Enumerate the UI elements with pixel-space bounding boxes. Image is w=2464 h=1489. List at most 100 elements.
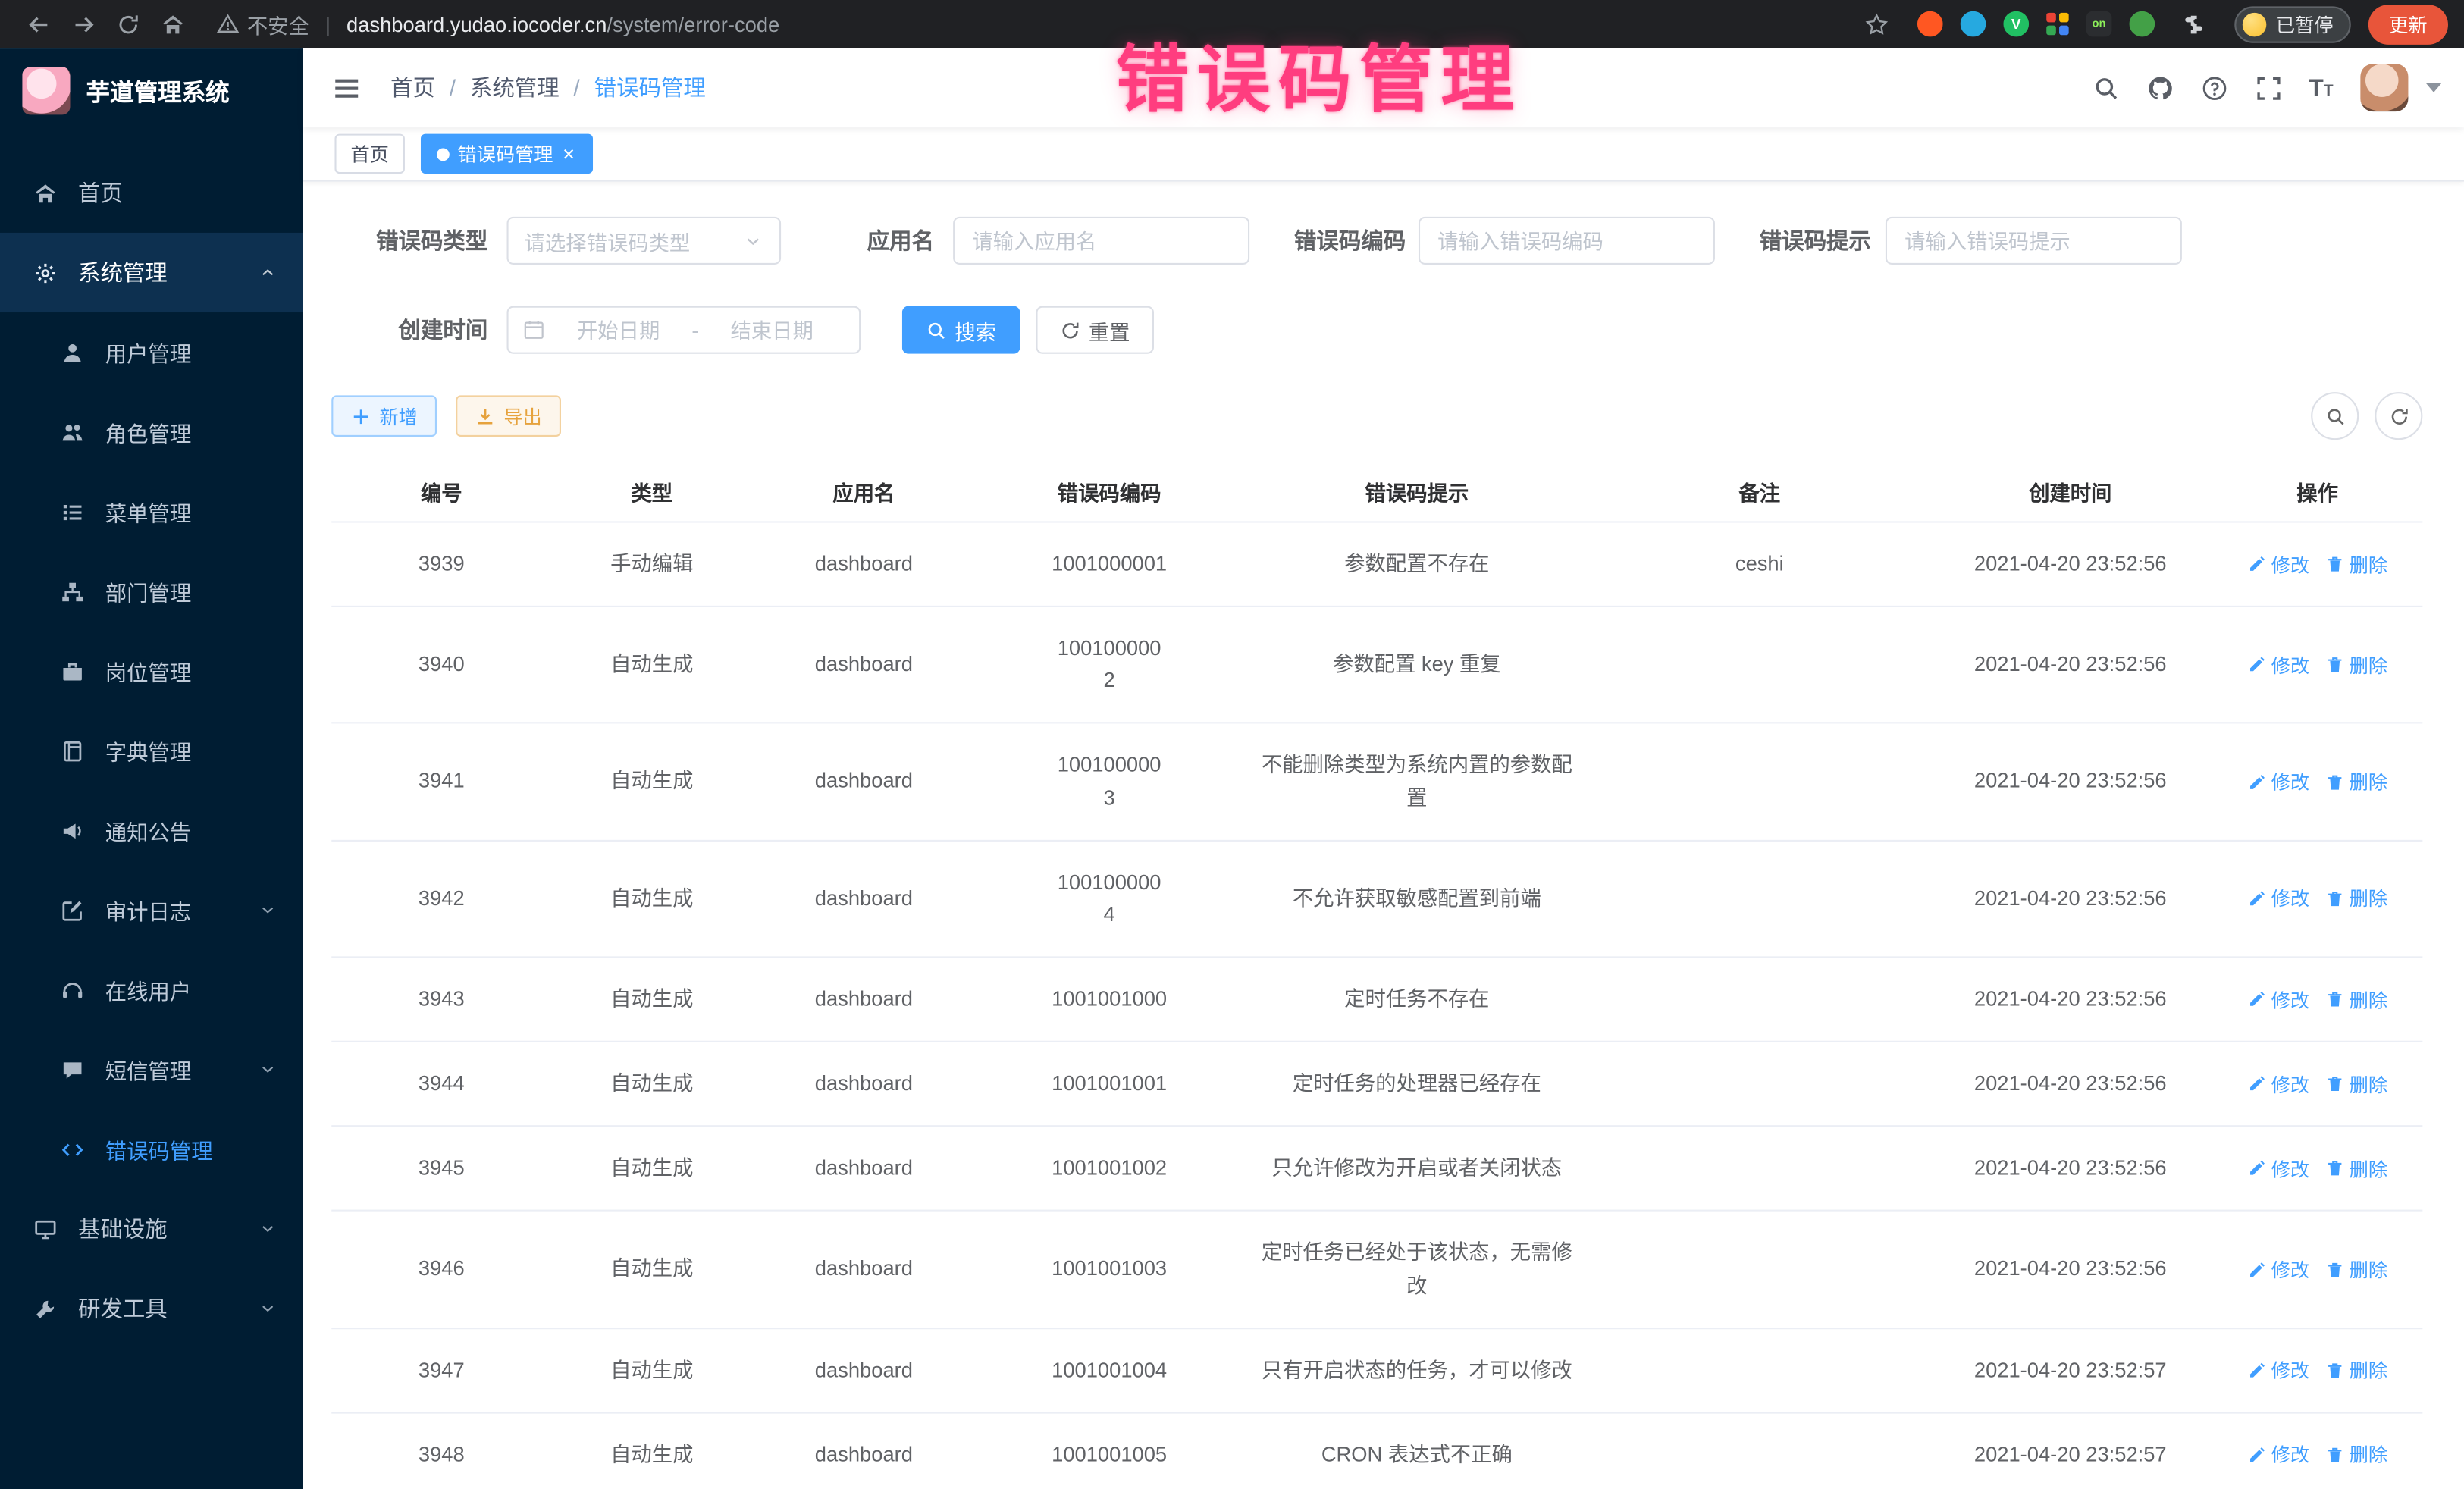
extension-grid-icon[interactable] bbox=[2046, 13, 2068, 35]
edit-link[interactable]: 修改 bbox=[2247, 1071, 2309, 1098]
reset-button[interactable]: 重置 bbox=[1036, 306, 1154, 354]
column-header: 操作 bbox=[2212, 462, 2422, 522]
error-hint-input[interactable] bbox=[1886, 217, 2182, 265]
row-type: 自动生成 bbox=[551, 740, 752, 823]
address-bar[interactable]: 不安全 | dashboard.yudao.iocoder.cn/system/… bbox=[217, 9, 1855, 39]
hamburger-icon[interactable] bbox=[325, 66, 368, 109]
browser-home-icon[interactable] bbox=[150, 3, 195, 45]
sidebar-item-在线用户[interactable]: 在线用户 bbox=[0, 950, 303, 1030]
app-logo[interactable]: 芋道管理系统 bbox=[0, 48, 303, 134]
edit-link[interactable]: 修改 bbox=[2247, 885, 2309, 912]
delete-link[interactable]: 删除 bbox=[2325, 1071, 2387, 1098]
row-id: 3941 bbox=[331, 740, 551, 823]
delete-link[interactable]: 删除 bbox=[2325, 986, 2387, 1013]
table-row: 3948自动生成dashboard1001001005CRON 表达式不正确20… bbox=[331, 1413, 2422, 1489]
paused-badge[interactable]: 已暂停 bbox=[2234, 5, 2350, 42]
edit-link[interactable]: 修改 bbox=[2247, 550, 2309, 578]
delete-link[interactable]: 删除 bbox=[2325, 1256, 2387, 1284]
delete-link[interactable]: 删除 bbox=[2325, 651, 2387, 679]
delete-link[interactable]: 删除 bbox=[2325, 885, 2387, 912]
sidebar-item-短信管理[interactable]: 短信管理 bbox=[0, 1030, 303, 1109]
extension-on-icon[interactable]: on bbox=[2086, 11, 2112, 37]
trash-icon bbox=[2325, 990, 2344, 1009]
edit-link[interactable]: 修改 bbox=[2247, 651, 2309, 679]
breadcrumb-item[interactable]: 系统管理 bbox=[470, 72, 560, 104]
sidebar-item-用户管理[interactable]: 用户管理 bbox=[0, 312, 303, 392]
chevron-down-icon bbox=[259, 1060, 277, 1079]
browser-reload-icon[interactable] bbox=[105, 3, 150, 45]
help-icon[interactable] bbox=[2201, 74, 2228, 102]
sidebar-item-岗位管理[interactable]: 岗位管理 bbox=[0, 631, 303, 710]
warning-icon bbox=[217, 13, 239, 35]
sidebar-item-通知公告[interactable]: 通知公告 bbox=[0, 791, 303, 870]
sidebar-item-研发工具[interactable]: 研发工具 bbox=[0, 1268, 303, 1348]
edit-link[interactable]: 修改 bbox=[2247, 1256, 2309, 1284]
browser-back-icon[interactable] bbox=[16, 3, 61, 45]
sidebar-item-基础设施[interactable]: 基础设施 bbox=[0, 1189, 303, 1268]
user-avatar[interactable] bbox=[2360, 64, 2408, 111]
header-search-icon[interactable] bbox=[2093, 74, 2120, 102]
tag-首页[interactable]: 首页 bbox=[334, 134, 405, 174]
error-type-select[interactable]: 请选择错误码类型 bbox=[506, 217, 781, 265]
gear-icon bbox=[33, 261, 58, 285]
delete-link[interactable]: 删除 bbox=[2325, 1155, 2387, 1183]
row-actions: 修改删除 bbox=[2212, 1230, 2422, 1309]
sidebar-item-错误码管理[interactable]: 错误码管理 bbox=[0, 1109, 303, 1189]
edit-link[interactable]: 修改 bbox=[2247, 768, 2309, 795]
extension-icon[interactable] bbox=[2129, 11, 2155, 37]
sidebar-item-部门管理[interactable]: 部门管理 bbox=[0, 551, 303, 631]
date-range-picker[interactable]: - bbox=[506, 306, 861, 354]
search-button[interactable]: 搜索 bbox=[902, 306, 1020, 354]
delete-link[interactable]: 删除 bbox=[2325, 1356, 2387, 1384]
url-path: /system/error-code bbox=[607, 12, 779, 36]
sidebar-item-角色管理[interactable]: 角色管理 bbox=[0, 392, 303, 472]
sidebar-item-系统管理[interactable]: 系统管理 bbox=[0, 233, 303, 312]
message-icon bbox=[61, 1058, 85, 1082]
row-hint: 定时任务不存在 bbox=[1243, 958, 1591, 1041]
font-size-icon[interactable]: TT bbox=[2309, 74, 2333, 102]
add-button[interactable]: 新增 bbox=[331, 395, 437, 437]
export-button[interactable]: 导出 bbox=[456, 395, 561, 437]
delete-link[interactable]: 删除 bbox=[2325, 1441, 2387, 1469]
start-date-input[interactable] bbox=[556, 316, 681, 343]
breadcrumb-item[interactable]: 首页 bbox=[390, 72, 435, 104]
sidebar-item-首页[interactable]: 首页 bbox=[0, 153, 303, 233]
tags-bar: 首页错误码管理× bbox=[303, 127, 2464, 181]
bookmark-star-icon[interactable] bbox=[1855, 3, 1900, 45]
avatar-caret-icon[interactable] bbox=[2426, 83, 2442, 92]
sidebar-item-菜单管理[interactable]: 菜单管理 bbox=[0, 472, 303, 551]
delete-link[interactable]: 删除 bbox=[2325, 768, 2387, 795]
row-actions: 修改删除 bbox=[2212, 743, 2422, 821]
row-remark bbox=[1591, 1058, 1929, 1109]
address-divider: | bbox=[322, 12, 334, 36]
extensions-puzzle-icon[interactable] bbox=[2172, 3, 2217, 45]
edit-link[interactable]: 修改 bbox=[2247, 1155, 2309, 1183]
column-header: 类型 bbox=[551, 462, 752, 522]
browser-update-button[interactable]: 更新 bbox=[2368, 4, 2448, 44]
edit-link[interactable]: 修改 bbox=[2247, 1441, 2309, 1469]
sidebar-item-label: 首页 bbox=[78, 177, 123, 208]
fullscreen-icon[interactable] bbox=[2255, 74, 2282, 102]
refresh-table-button[interactable] bbox=[2375, 392, 2422, 440]
delete-link[interactable]: 删除 bbox=[2325, 550, 2387, 578]
app-name-input[interactable] bbox=[953, 217, 1249, 265]
tag-错误码管理[interactable]: 错误码管理× bbox=[421, 134, 592, 174]
browser-forward-icon[interactable] bbox=[61, 3, 105, 45]
extension-icon[interactable]: V bbox=[2003, 11, 2029, 37]
error-code-input[interactable] bbox=[1419, 217, 1715, 265]
pencil-icon bbox=[2247, 1361, 2266, 1380]
edit-link[interactable]: 修改 bbox=[2247, 1356, 2309, 1384]
end-date-input[interactable] bbox=[710, 316, 834, 343]
sidebar-item-审计日志[interactable]: 审计日志 bbox=[0, 870, 303, 950]
sidebar: 芋道管理系统 首页系统管理用户管理角色管理菜单管理部门管理岗位管理字典管理通知公… bbox=[0, 48, 303, 1489]
edit-link[interactable]: 修改 bbox=[2247, 986, 2309, 1013]
plus-icon bbox=[350, 406, 371, 426]
row-type: 自动生成 bbox=[551, 857, 752, 940]
close-icon[interactable]: × bbox=[561, 143, 576, 164]
github-icon[interactable] bbox=[2146, 74, 2174, 102]
toggle-search-button[interactable] bbox=[2311, 392, 2359, 440]
extension-icon[interactable] bbox=[1961, 11, 1986, 37]
sidebar-item-字典管理[interactable]: 字典管理 bbox=[0, 711, 303, 791]
row-actions: 修改删除 bbox=[2212, 1331, 2422, 1409]
extension-icon[interactable] bbox=[1917, 11, 1943, 37]
